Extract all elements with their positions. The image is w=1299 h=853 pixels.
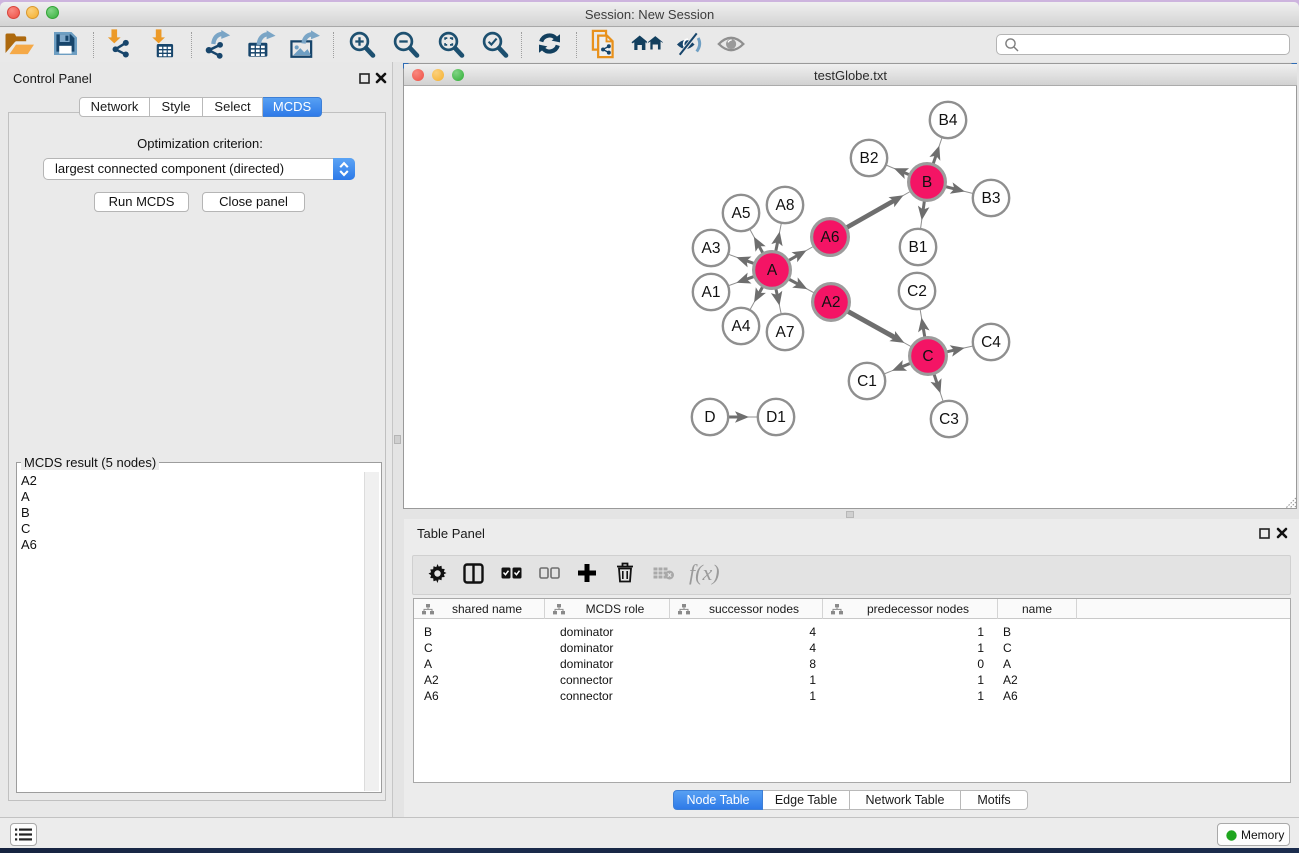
svg-text:C2: C2 [907,283,927,300]
svg-text:D1: D1 [766,409,786,426]
svg-text:B1: B1 [909,239,928,256]
svg-text:A7: A7 [776,324,795,341]
svg-text:B4: B4 [939,112,958,129]
svg-text:A4: A4 [732,318,751,335]
svg-text:A1: A1 [702,284,721,301]
svg-text:C3: C3 [939,411,959,428]
svg-text:A5: A5 [732,205,751,222]
svg-text:A: A [767,262,778,279]
svg-text:A3: A3 [702,240,721,257]
svg-text:B2: B2 [860,150,879,167]
svg-text:A2: A2 [822,294,841,311]
svg-text:C: C [922,348,933,365]
svg-text:B: B [922,174,932,191]
svg-text:B3: B3 [982,190,1001,207]
svg-text:C4: C4 [981,334,1001,351]
svg-text:C1: C1 [857,373,877,390]
svg-text:A6: A6 [821,229,840,246]
svg-text:D: D [704,409,715,426]
svg-text:A8: A8 [776,197,795,214]
